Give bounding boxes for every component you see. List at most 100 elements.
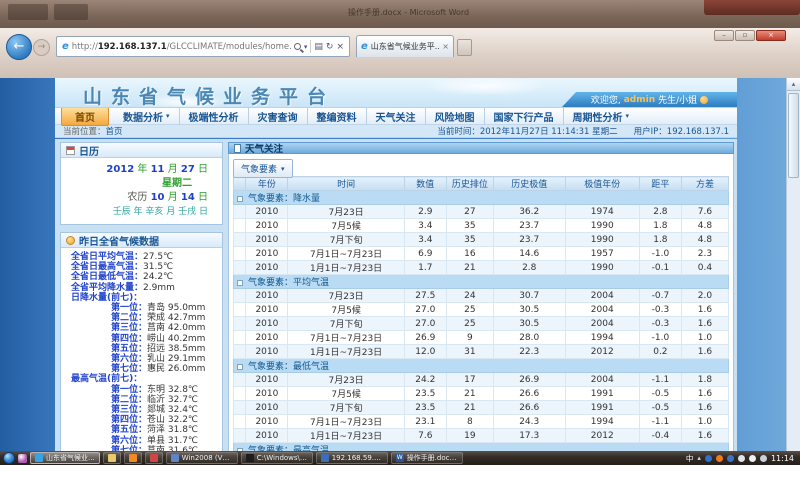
maximize-button[interactable]: ▫ bbox=[735, 30, 755, 41]
rank-section-title: 日降水量(前七)： bbox=[61, 293, 222, 303]
nav-item-weather-focus[interactable]: 天气关注 bbox=[367, 108, 426, 125]
rank-value: 郯城 32.4℃ bbox=[147, 405, 198, 415]
taskbar-vm-window-icon bbox=[171, 454, 179, 462]
message-icon[interactable] bbox=[749, 455, 756, 462]
taskbar-app-orange[interactable] bbox=[124, 452, 142, 464]
rank-value: 乳山 29.1mm bbox=[147, 354, 205, 364]
nav-item-extreme-analysis[interactable]: 极端性分析 bbox=[180, 108, 249, 125]
nav-item-compiled-data[interactable]: 整编资料 bbox=[308, 108, 367, 125]
network-icon[interactable] bbox=[738, 455, 745, 462]
rank-label: 第四位： bbox=[111, 334, 147, 344]
table-cell: 30.5 bbox=[493, 317, 565, 331]
section-checkbox[interactable] bbox=[237, 364, 243, 370]
background-window-fragment bbox=[8, 4, 48, 20]
table-cell: 7月23日 bbox=[288, 205, 404, 219]
browser-tab[interactable]: e 山东省气候业务平... × bbox=[356, 35, 454, 57]
table-cell: 3.4 bbox=[404, 233, 446, 247]
refresh-icon[interactable]: ↻ bbox=[326, 42, 334, 52]
table-section-cell: 气象要素：最低气温 bbox=[234, 359, 729, 373]
scroll-up-icon[interactable]: ▴ bbox=[787, 78, 800, 91]
table-cell: 0.4 bbox=[681, 261, 728, 275]
current-time: 当前时间：2012年11月27日 11:14:31 星期二 bbox=[437, 125, 617, 137]
table-cell: 1994 bbox=[565, 331, 639, 345]
nav-item-risk-map[interactable]: 风险地图 bbox=[426, 108, 485, 125]
nav-item-national-products[interactable]: 国家下行产品 bbox=[485, 108, 564, 125]
section-checkbox[interactable] bbox=[237, 196, 243, 202]
table-cell: 23.5 bbox=[404, 401, 446, 415]
scrollbar-thumb[interactable] bbox=[788, 93, 799, 178]
compatibility-icon[interactable]: ▤ bbox=[314, 42, 323, 52]
calendar-token: 日 bbox=[198, 192, 208, 203]
table-cell: 1974 bbox=[565, 205, 639, 219]
tab-close-icon[interactable]: × bbox=[442, 42, 449, 51]
speaker-icon[interactable] bbox=[760, 455, 767, 462]
table-cell: 7月下旬 bbox=[288, 317, 404, 331]
sogou-icon[interactable] bbox=[716, 455, 723, 462]
taskbar-rdp-window[interactable]: 192.168.59.99... bbox=[316, 452, 388, 464]
nav-item-data-analysis[interactable]: 数据分析▾ bbox=[114, 108, 180, 125]
table-row: 20107月23日2.92736.219742.87.6 bbox=[234, 205, 729, 219]
rank-value: 招远 38.5mm bbox=[147, 344, 205, 354]
col-header: 数值 bbox=[404, 177, 446, 191]
rank-value: 单县 31.7℃ bbox=[147, 436, 198, 446]
table-section-row: 气象要素：最低气温 bbox=[234, 359, 729, 373]
calendar-token: 14 bbox=[181, 192, 195, 203]
flag-icon[interactable] bbox=[727, 455, 734, 462]
taskbar-word-doc[interactable]: W操作手册.docx ... bbox=[391, 452, 463, 464]
close-button[interactable]: × bbox=[756, 30, 786, 41]
address-bar[interactable]: e http://192.168.137.1/GLCCLIMATE/module… bbox=[56, 36, 350, 57]
table-cell: 7月1日~7月23日 bbox=[288, 415, 404, 429]
sidebar: 日历 2012 年 11 月 27 日 星期二 农历 10 月 14 日 壬辰 … bbox=[60, 142, 223, 451]
stop-icon[interactable]: × bbox=[336, 42, 344, 52]
row-checkbox-cell bbox=[234, 247, 246, 261]
nav-item-label: 周期性分析 bbox=[573, 109, 623, 124]
minimize-button[interactable]: – bbox=[714, 30, 734, 41]
table-cell: 19 bbox=[446, 429, 493, 443]
row-checkbox-cell bbox=[234, 345, 246, 359]
taskbar-word-doc-icon: W bbox=[396, 454, 404, 462]
taskbar-explorer[interactable] bbox=[103, 452, 121, 464]
chevron-down-icon[interactable]: ▾ bbox=[304, 43, 308, 51]
nav-item-home[interactable]: 首页 bbox=[61, 107, 109, 126]
table-cell: 7.6 bbox=[404, 429, 446, 443]
welcome-suffix: 先生/小姐 bbox=[658, 93, 697, 106]
new-tab-button[interactable] bbox=[457, 39, 472, 56]
forward-button[interactable]: → bbox=[33, 39, 50, 56]
page-title: 山东省气候业务平台 bbox=[83, 82, 335, 109]
row-checkbox-cell bbox=[234, 415, 246, 429]
start-button[interactable] bbox=[3, 452, 15, 464]
table-cell: 1.0 bbox=[681, 415, 728, 429]
main-panel-header: 天气关注 bbox=[228, 142, 734, 154]
nav-item-label: 灾害查询 bbox=[258, 109, 298, 124]
clock[interactable]: 11:14 bbox=[771, 454, 794, 463]
page-viewport: 山东省气候业务平台 欢迎您, admin 先生/小姐 首页数据分析▾极端性分析灾… bbox=[0, 78, 800, 451]
nav-item-disaster-query[interactable]: 灾害查询 bbox=[249, 108, 308, 125]
table-cell: 7月23日 bbox=[288, 373, 404, 387]
section-checkbox[interactable] bbox=[237, 280, 243, 286]
table-cell: -1.0 bbox=[639, 331, 681, 345]
vertical-scrollbar[interactable]: ▴ bbox=[786, 78, 800, 451]
table-section-cell: 气象要素：降水量 bbox=[234, 191, 729, 205]
pinned-app-icon[interactable] bbox=[18, 454, 27, 463]
table-cell: 7月下旬 bbox=[288, 233, 404, 247]
stat-value: 24.2℃ bbox=[143, 272, 173, 282]
element-filter-button[interactable]: 气象要素▾ bbox=[233, 159, 293, 178]
taskbar-button-label: C:\Windows\s... bbox=[257, 454, 308, 462]
globe-icon[interactable] bbox=[705, 455, 712, 462]
table-cell: 1.6 bbox=[681, 387, 728, 401]
rank-row: 第二位：临沂 32.7℃ bbox=[61, 395, 222, 405]
rank-label: 第五位： bbox=[111, 425, 147, 435]
taskbar-app-media[interactable] bbox=[145, 452, 163, 464]
col-header-checkbox bbox=[234, 177, 246, 191]
main-panel-title: 天气关注 bbox=[245, 141, 283, 155]
table-cell: 2010 bbox=[246, 345, 288, 359]
search-icon[interactable] bbox=[294, 43, 301, 50]
rank-value: 菏泽 31.8℃ bbox=[147, 425, 198, 435]
back-button[interactable]: ← bbox=[6, 34, 32, 60]
caret-up-icon[interactable]: ▴ bbox=[697, 454, 701, 462]
taskbar-cmd-window[interactable]: C:\Windows\s... bbox=[241, 452, 313, 464]
taskbar-ie-window[interactable]: 山东省气候业... bbox=[30, 452, 100, 464]
nav-item-periodic-analysis[interactable]: 周期性分析▾ bbox=[564, 108, 639, 125]
ime-indicator[interactable]: 中 bbox=[686, 453, 694, 464]
taskbar-vm-window[interactable]: Win2008 (VS2... bbox=[166, 452, 238, 464]
